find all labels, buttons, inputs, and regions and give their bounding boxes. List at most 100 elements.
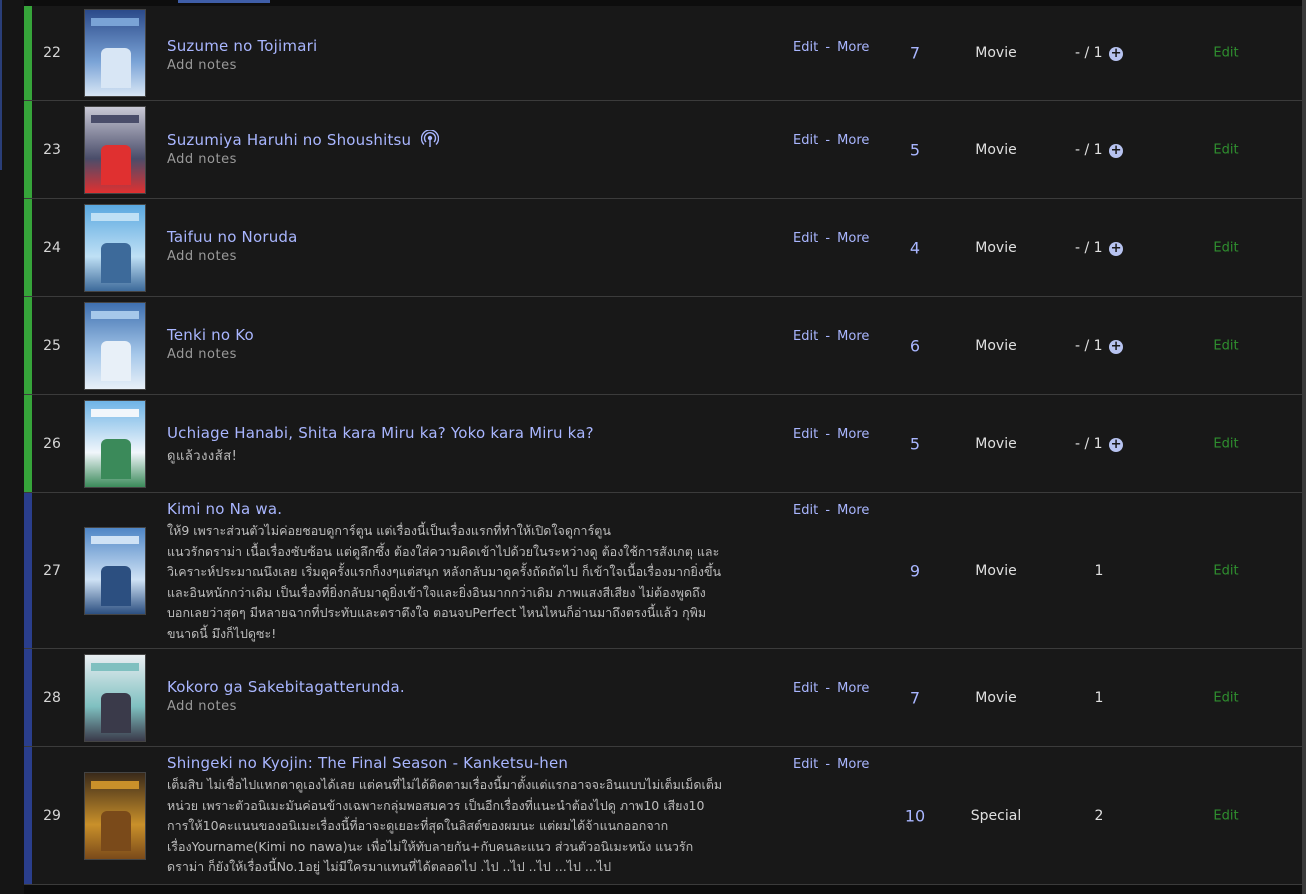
list-row-23: 23 Suzumiya Haruhi no Shoushitsu Add not…	[24, 101, 1302, 199]
anime-poster[interactable]	[84, 526, 146, 615]
more-link[interactable]: More	[837, 329, 869, 344]
review-text: เต็มสิบ ไม่เชื่อไปแหกตาดูเองได้เลย แต่คน…	[167, 777, 723, 875]
progress-text[interactable]: - / 1	[1075, 338, 1103, 354]
progress-text[interactable]: - / 1	[1075, 142, 1103, 158]
anime-poster[interactable]	[84, 9, 146, 97]
edit-button[interactable]: Edit	[1204, 808, 1248, 823]
add-notes-link[interactable]: Add notes	[167, 249, 767, 264]
more-link[interactable]: More	[837, 427, 869, 442]
scrollbar[interactable]	[1302, 0, 1306, 894]
more-link[interactable]: More	[837, 133, 869, 148]
status-bar	[24, 747, 32, 884]
progress-text[interactable]: - / 1	[1075, 240, 1103, 256]
anime-title-link[interactable]: Shingeki no Kyojin: The Final Season - K…	[167, 754, 767, 772]
anime-info: Suzumiya Haruhi no Shoushitsu Add notes	[167, 130, 767, 167]
anime-title-link[interactable]: Suzume no Tojimari	[167, 37, 767, 55]
poster-figure	[101, 48, 131, 88]
title-wrap: Suzumiya Haruhi no Shoushitsu	[167, 130, 440, 149]
progress-text[interactable]: - / 1	[1075, 45, 1103, 61]
anime-title-link[interactable]: Uchiage Hanabi, Shita kara Miru ka? Yoko…	[167, 424, 767, 442]
add-notes-link[interactable]: Add notes	[167, 347, 767, 362]
poster-title-mark	[91, 535, 139, 544]
increment-episode-icon[interactable]: +	[1109, 339, 1124, 354]
score-value[interactable]: 9	[900, 561, 930, 580]
status-bar	[24, 101, 32, 198]
score-value[interactable]: 4	[900, 238, 930, 257]
list-row-22: 22 Suzume no Tojimari Add notes Edit - M…	[24, 6, 1302, 101]
score-value[interactable]: 7	[900, 688, 930, 707]
anime-poster[interactable]	[84, 771, 146, 860]
edit-more-links: Edit - More	[793, 681, 869, 696]
anime-title-link[interactable]: Kokoro ga Sakebitagatterunda.	[167, 678, 767, 696]
edit-button[interactable]: Edit	[1204, 690, 1248, 705]
increment-episode-icon[interactable]: +	[1109, 47, 1124, 61]
edit-link[interactable]: Edit	[793, 427, 818, 442]
status-bar	[24, 199, 32, 296]
more-link[interactable]: More	[837, 757, 869, 772]
edit-button[interactable]: Edit	[1204, 240, 1248, 255]
more-link[interactable]: More	[837, 503, 869, 518]
edit-link[interactable]: Edit	[793, 40, 818, 55]
tab-indicator	[178, 0, 270, 3]
edit-button[interactable]: Edit	[1204, 46, 1248, 61]
row-number: 23	[43, 141, 61, 158]
anime-title-link[interactable]: Taifuu no Noruda	[167, 228, 767, 246]
poster-title-mark	[91, 114, 139, 123]
anime-poster[interactable]	[84, 105, 146, 194]
edit-more-links: Edit - More	[793, 757, 869, 772]
edit-more-separator: -	[825, 329, 831, 344]
score-value[interactable]: 7	[900, 44, 930, 63]
edit-link[interactable]: Edit	[793, 133, 818, 148]
row-number: 22	[43, 45, 61, 61]
progress-text[interactable]: 1	[1095, 563, 1104, 579]
increment-episode-icon[interactable]: +	[1109, 241, 1124, 256]
more-link[interactable]: More	[837, 231, 869, 246]
anime-type: Movie	[975, 435, 1017, 452]
anime-title-link[interactable]: Kimi no Na wa.	[167, 500, 767, 518]
left-gutter	[0, 0, 24, 894]
list-row-26: 26 Uchiage Hanabi, Shita kara Miru ka? Y…	[24, 395, 1302, 493]
score-value[interactable]: 5	[900, 140, 930, 159]
edit-link[interactable]: Edit	[793, 681, 818, 696]
score-value[interactable]: 5	[900, 434, 930, 453]
edit-link[interactable]: Edit	[793, 329, 818, 344]
anime-info: Shingeki no Kyojin: The Final Season - K…	[167, 754, 767, 878]
edit-link[interactable]: Edit	[793, 757, 818, 772]
anime-info: Uchiage Hanabi, Shita kara Miru ka? Yoko…	[167, 424, 767, 466]
edit-more-separator: -	[825, 503, 831, 518]
add-notes-link[interactable]: ดูแล้วงงส้ส!	[167, 445, 767, 466]
add-notes-link[interactable]: Add notes	[167, 699, 767, 714]
edit-button[interactable]: Edit	[1204, 563, 1248, 578]
score-value[interactable]: 10	[900, 806, 930, 825]
progress-text[interactable]: 2	[1095, 808, 1104, 824]
increment-episode-icon[interactable]: +	[1109, 143, 1124, 158]
anime-title-link[interactable]: Tenki no Ko	[167, 326, 767, 344]
anime-type: Special	[970, 807, 1022, 824]
edit-button[interactable]: Edit	[1204, 338, 1248, 353]
anime-poster[interactable]	[84, 399, 146, 488]
row-number: 26	[43, 435, 61, 452]
edit-more-separator: -	[825, 231, 831, 246]
edit-more-separator: -	[825, 681, 831, 696]
score-value[interactable]: 6	[900, 336, 930, 355]
progress-text[interactable]: - / 1	[1075, 436, 1103, 452]
row-number: 28	[43, 689, 61, 706]
anime-poster[interactable]	[84, 203, 146, 292]
increment-episode-icon[interactable]: +	[1109, 437, 1124, 452]
anime-poster[interactable]	[84, 653, 146, 742]
more-link[interactable]: More	[837, 681, 869, 696]
anime-info: Kokoro ga Sakebitagatterunda. Add notes	[167, 678, 767, 714]
edit-link[interactable]: Edit	[793, 231, 818, 246]
title-wrap: Taifuu no Noruda	[167, 228, 767, 246]
list-row-25: 25 Tenki no Ko Add notes Edit - More 6 M…	[24, 297, 1302, 395]
more-link[interactable]: More	[837, 40, 869, 55]
add-notes-link[interactable]: Add notes	[167, 58, 767, 73]
anime-poster[interactable]	[84, 301, 146, 390]
progress-text[interactable]: 1	[1095, 690, 1104, 706]
edit-button[interactable]: Edit	[1204, 142, 1248, 157]
anime-title-link[interactable]: Suzumiya Haruhi no Shoushitsu	[167, 131, 411, 149]
edit-button[interactable]: Edit	[1204, 436, 1248, 451]
edit-link[interactable]: Edit	[793, 503, 818, 518]
add-notes-link[interactable]: Add notes	[167, 152, 767, 167]
progress-cell: - / 1 +	[1054, 45, 1144, 61]
